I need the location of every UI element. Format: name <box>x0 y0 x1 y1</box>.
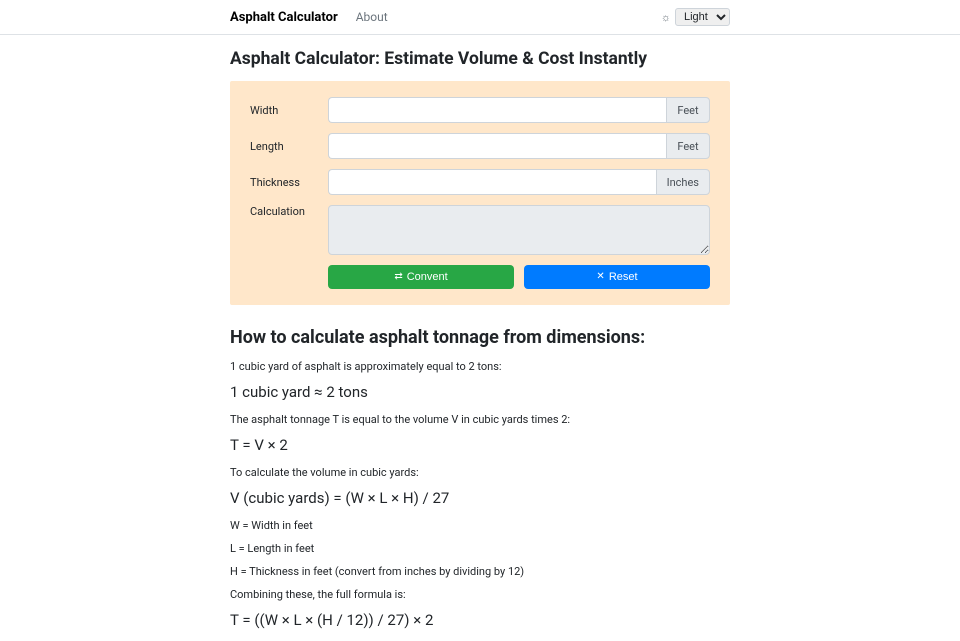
calculator-panel: Width Feet Length Feet Thickness Inches … <box>230 81 730 305</box>
explain-p2: The asphalt tonnage T is equal to the vo… <box>230 413 730 426</box>
row-thickness: Thickness Inches <box>250 169 710 195</box>
row-length: Length Feet <box>250 133 710 159</box>
page-title: Asphalt Calculator: Estimate Volume & Co… <box>230 49 730 69</box>
explain-p3: To calculate the volume in cubic yards: <box>230 466 730 479</box>
convert-button-label: Convent <box>407 271 448 283</box>
explain-f4: T = ((W × L × (H / 12)) / 27) × 2 <box>230 611 730 629</box>
label-calculation: Calculation <box>250 205 328 218</box>
sun-icon: ☼ <box>661 11 671 24</box>
unit-width: Feet <box>666 97 710 123</box>
main-container: Asphalt Calculator: Estimate Volume & Co… <box>220 49 740 629</box>
reset-button-label: Reset <box>609 271 638 283</box>
nav-right: ☼ Light <box>661 8 730 26</box>
unit-thickness: Inches <box>656 169 710 195</box>
swap-icon: ⇄ <box>394 272 402 282</box>
label-thickness: Thickness <box>250 176 328 189</box>
input-thickness[interactable] <box>328 169 656 195</box>
nav-link-about[interactable]: About <box>356 10 388 24</box>
textarea-calculation[interactable] <box>328 205 710 255</box>
explain-p1: 1 cubic yard of asphalt is approximately… <box>230 360 730 373</box>
label-length: Length <box>250 140 328 153</box>
row-calculation: Calculation <box>250 205 710 255</box>
navbar: Asphalt Calculator About ☼ Light <box>0 0 960 35</box>
theme-select[interactable]: Light <box>675 8 730 26</box>
explain-f2: T = V × 2 <box>230 436 730 454</box>
explain-p7: Combining these, the full formula is: <box>230 588 730 601</box>
convert-button[interactable]: ⇄ Convent <box>328 265 514 289</box>
explain-p4: W = Width in feet <box>230 519 730 532</box>
close-icon: ✕ <box>596 272 604 282</box>
brand[interactable]: Asphalt Calculator <box>230 10 338 25</box>
nav-left: Asphalt Calculator About <box>230 10 388 25</box>
label-width: Width <box>250 104 328 117</box>
explain-heading: How to calculate asphalt tonnage from di… <box>230 327 730 348</box>
input-width[interactable] <box>328 97 666 123</box>
input-length[interactable] <box>328 133 666 159</box>
explain-p5: L = Length in feet <box>230 542 730 555</box>
explain-p6: H = Thickness in feet (convert from inch… <box>230 565 730 578</box>
reset-button[interactable]: ✕ Reset <box>524 265 710 289</box>
row-width: Width Feet <box>250 97 710 123</box>
unit-length: Feet <box>666 133 710 159</box>
explain-f1: 1 cubic yard ≈ 2 tons <box>230 383 730 401</box>
explain-f3: V (cubic yards) = (W × L × H) / 27 <box>230 489 730 507</box>
button-row: ⇄ Convent ✕ Reset <box>328 265 710 289</box>
